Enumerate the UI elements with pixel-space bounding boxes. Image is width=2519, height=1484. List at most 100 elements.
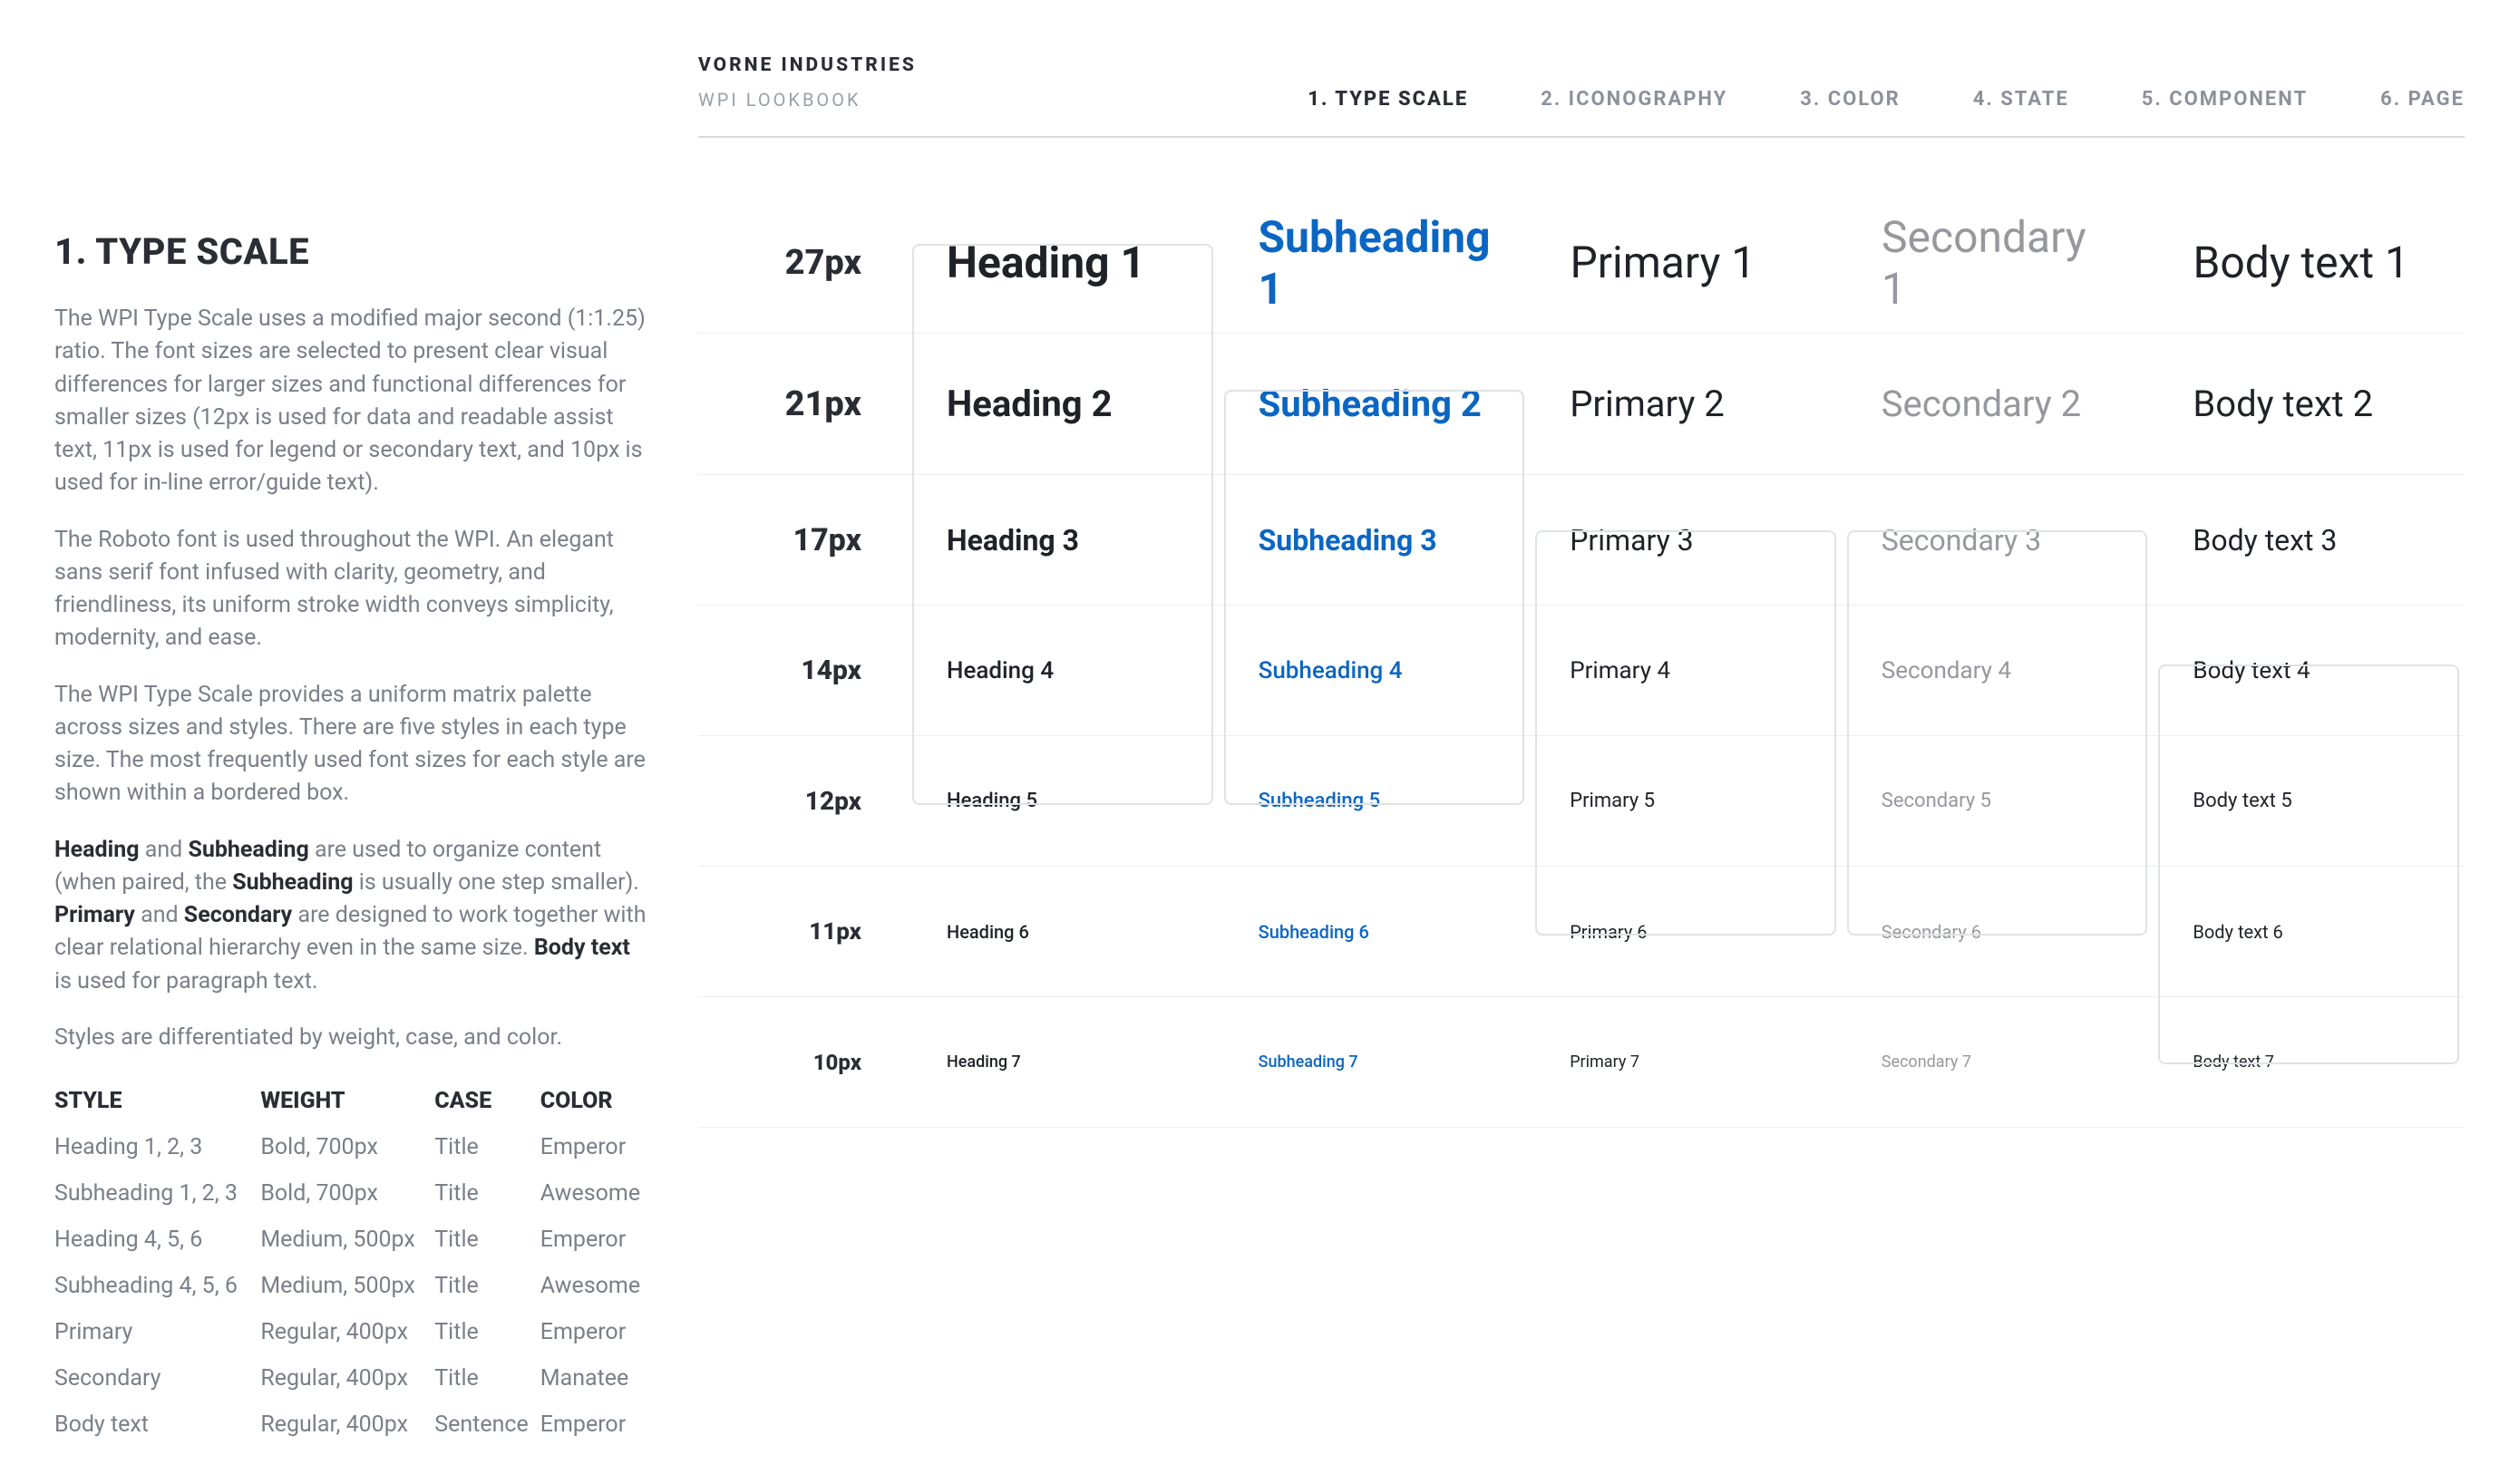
table-cell-case: Title xyxy=(434,1124,540,1170)
body-cell: Body text 1 xyxy=(2153,237,2465,288)
heading-cell: Heading 5 xyxy=(907,790,1219,812)
secondary-sample: Secondary 6 xyxy=(1882,921,1981,943)
subheading-sample: Subheading 3 xyxy=(1259,523,1437,558)
primary-sample: Primary 5 xyxy=(1570,790,1655,812)
table-cell-case: Title xyxy=(434,1217,540,1263)
table-row: Body textRegular, 400pxSentenceEmperor xyxy=(54,1402,653,1448)
secondary-sample: Secondary 4 xyxy=(1882,657,2011,684)
primary-sample: Primary 1 xyxy=(1570,237,1756,288)
table-cell-weight: Medium, 500px xyxy=(260,1263,434,1309)
px-label: 21px xyxy=(698,384,907,424)
primary-cell: Primary 1 xyxy=(1530,237,1842,288)
secondary-cell: Secondary 1 xyxy=(1842,211,2154,315)
primary-sample: Primary 7 xyxy=(1570,1052,1639,1072)
table-cell-style: Subheading 4, 5, 6 xyxy=(54,1263,260,1309)
body-cell: Body text 6 xyxy=(2153,921,2465,943)
px-label: 10px xyxy=(698,1050,907,1075)
table-cell-case: Title xyxy=(434,1263,540,1309)
table-cell-weight: Regular, 400px xyxy=(260,1402,434,1448)
secondary-cell: Secondary 5 xyxy=(1842,790,2154,812)
subheading-sample: Subheading 7 xyxy=(1259,1052,1358,1072)
table-cell-weight: Regular, 400px xyxy=(260,1309,434,1355)
table-cell-color: Awesome xyxy=(540,1170,653,1217)
table-row: Heading 1, 2, 3Bold, 700pxTitleEmperor xyxy=(54,1124,653,1170)
table-cell-style: Body text xyxy=(54,1402,260,1448)
th-color: COLOR xyxy=(540,1078,653,1124)
table-cell-weight: Bold, 700px xyxy=(260,1170,434,1217)
primary-sample: Primary 2 xyxy=(1570,383,1725,425)
heading-cell: Heading 2 xyxy=(907,383,1219,425)
table-cell-weight: Bold, 700px xyxy=(260,1124,434,1170)
primary-sample: Primary 4 xyxy=(1570,657,1670,684)
scale-row: 27pxHeading 1Subheading 1Primary 1Second… xyxy=(698,192,2465,334)
sidebar: 1. TYPE SCALE The WPI Type Scale uses a … xyxy=(54,54,689,1448)
body-sample: Body text 2 xyxy=(2193,383,2373,425)
table-cell-style: Heading 4, 5, 6 xyxy=(54,1217,260,1263)
body-sample: Body text 7 xyxy=(2193,1052,2273,1072)
main: VORNE INDUSTRIES WPI LOOKBOOK 1. TYPE SC… xyxy=(689,54,2465,1448)
sidebar-p5: Styles are differentiated by weight, cas… xyxy=(54,1022,653,1054)
table-row: Subheading 4, 5, 6Medium, 500pxTitleAwes… xyxy=(54,1263,653,1309)
scale-row: 14pxHeading 4Subheading 4Primary 4Second… xyxy=(698,606,2465,736)
scale-row: 17pxHeading 3Subheading 3Primary 3Second… xyxy=(698,475,2465,606)
table-cell-weight: Regular, 400px xyxy=(260,1355,434,1402)
nav-item[interactable]: 5. COMPONENT xyxy=(2142,88,2308,111)
secondary-sample: Secondary 5 xyxy=(1882,790,1991,812)
primary-cell: Primary 6 xyxy=(1530,921,1842,943)
sidebar-p3: The WPI Type Scale provides a uniform ma… xyxy=(54,679,653,810)
table-cell-color: Emperor xyxy=(540,1309,653,1355)
table-row: Heading 4, 5, 6Medium, 500pxTitleEmperor xyxy=(54,1217,653,1263)
secondary-cell: Secondary 2 xyxy=(1842,383,2154,425)
primary-cell: Primary 2 xyxy=(1530,383,1842,425)
body-sample: Body text 6 xyxy=(2193,921,2282,943)
primary-cell: Primary 3 xyxy=(1530,523,1842,558)
subheading-sample: Subheading 4 xyxy=(1259,657,1403,684)
secondary-cell: Secondary 6 xyxy=(1842,921,2154,943)
scale-row: 21pxHeading 2Subheading 2 Primary 2 Second… xyxy=(698,334,2465,475)
heading-sample: Heading 7 xyxy=(947,1052,1021,1072)
heading-sample: Heading 3 xyxy=(947,523,1079,558)
th-case: CASE xyxy=(434,1078,540,1124)
subheading-cell: Subheading 3 xyxy=(1219,523,1531,558)
table-cell-color: Emperor xyxy=(540,1402,653,1448)
sidebar-p4: Heading and Subheading are used to organ… xyxy=(54,834,653,998)
scale-row: 11pxHeading 6Subheading 6Primary 6Second… xyxy=(698,867,2465,997)
primary-cell: Primary 4 xyxy=(1530,657,1842,684)
body-sample: Body text 3 xyxy=(2193,523,2337,558)
sidebar-p2: The Roboto font is used throughout the W… xyxy=(54,524,653,655)
subheading-cell: Subheading 5 xyxy=(1219,790,1531,812)
secondary-sample: Secondary 7 xyxy=(1882,1052,1971,1072)
secondary-sample: Secondary 3 xyxy=(1882,523,2041,558)
primary-cell: Primary 7 xyxy=(1530,1052,1842,1072)
subheading-sample: Subheading 5 xyxy=(1259,790,1380,812)
table-row: Subheading 1, 2, 3Bold, 700pxTitleAwesom… xyxy=(54,1170,653,1217)
table-cell-weight: Medium, 500px xyxy=(260,1217,434,1263)
table-row: SecondaryRegular, 400pxTitleManatee xyxy=(54,1355,653,1402)
nav-item[interactable]: 6. PAGE xyxy=(2380,88,2465,111)
subheading-cell: Subheading 6 xyxy=(1219,921,1531,943)
table-cell-color: Manatee xyxy=(540,1355,653,1402)
secondary-sample: Secondary 2 xyxy=(1882,383,2081,425)
subheading-sample: Subheading 6 xyxy=(1259,921,1369,943)
nav-item[interactable]: 3. COLOR xyxy=(1800,88,1901,111)
table-cell-style: Heading 1, 2, 3 xyxy=(54,1124,260,1170)
px-label: 11px xyxy=(698,918,907,946)
th-style: STYLE xyxy=(54,1078,260,1124)
subheading-cell: Subheading 1 xyxy=(1219,211,1531,315)
body-cell: Body text 3 xyxy=(2153,523,2465,558)
subheading-sample: Subheading 1 xyxy=(1259,211,1491,315)
secondary-cell: Secondary 4 xyxy=(1842,657,2154,684)
brand-sub: WPI LOOKBOOK xyxy=(698,89,917,111)
px-label: 27px xyxy=(698,243,907,283)
subheading-cell: Subheading 2 xyxy=(1219,383,1531,425)
nav-item[interactable]: 2. ICONOGRAPHY xyxy=(1541,88,1727,111)
primary-sample: Primary 6 xyxy=(1570,921,1647,943)
sidebar-p1: The WPI Type Scale uses a modified major… xyxy=(54,303,653,500)
heading-cell: Heading 3 xyxy=(907,523,1219,558)
subheading-cell: Subheading 7 xyxy=(1219,1052,1531,1072)
nav-item[interactable]: 4. STATE xyxy=(1973,88,2069,111)
nav-item[interactable]: 1. TYPE SCALE xyxy=(1308,88,1468,111)
body-cell: Body text 4 xyxy=(2153,657,2465,684)
table-cell-case: Title xyxy=(434,1170,540,1217)
body-cell: Body text 7 xyxy=(2153,1052,2465,1072)
